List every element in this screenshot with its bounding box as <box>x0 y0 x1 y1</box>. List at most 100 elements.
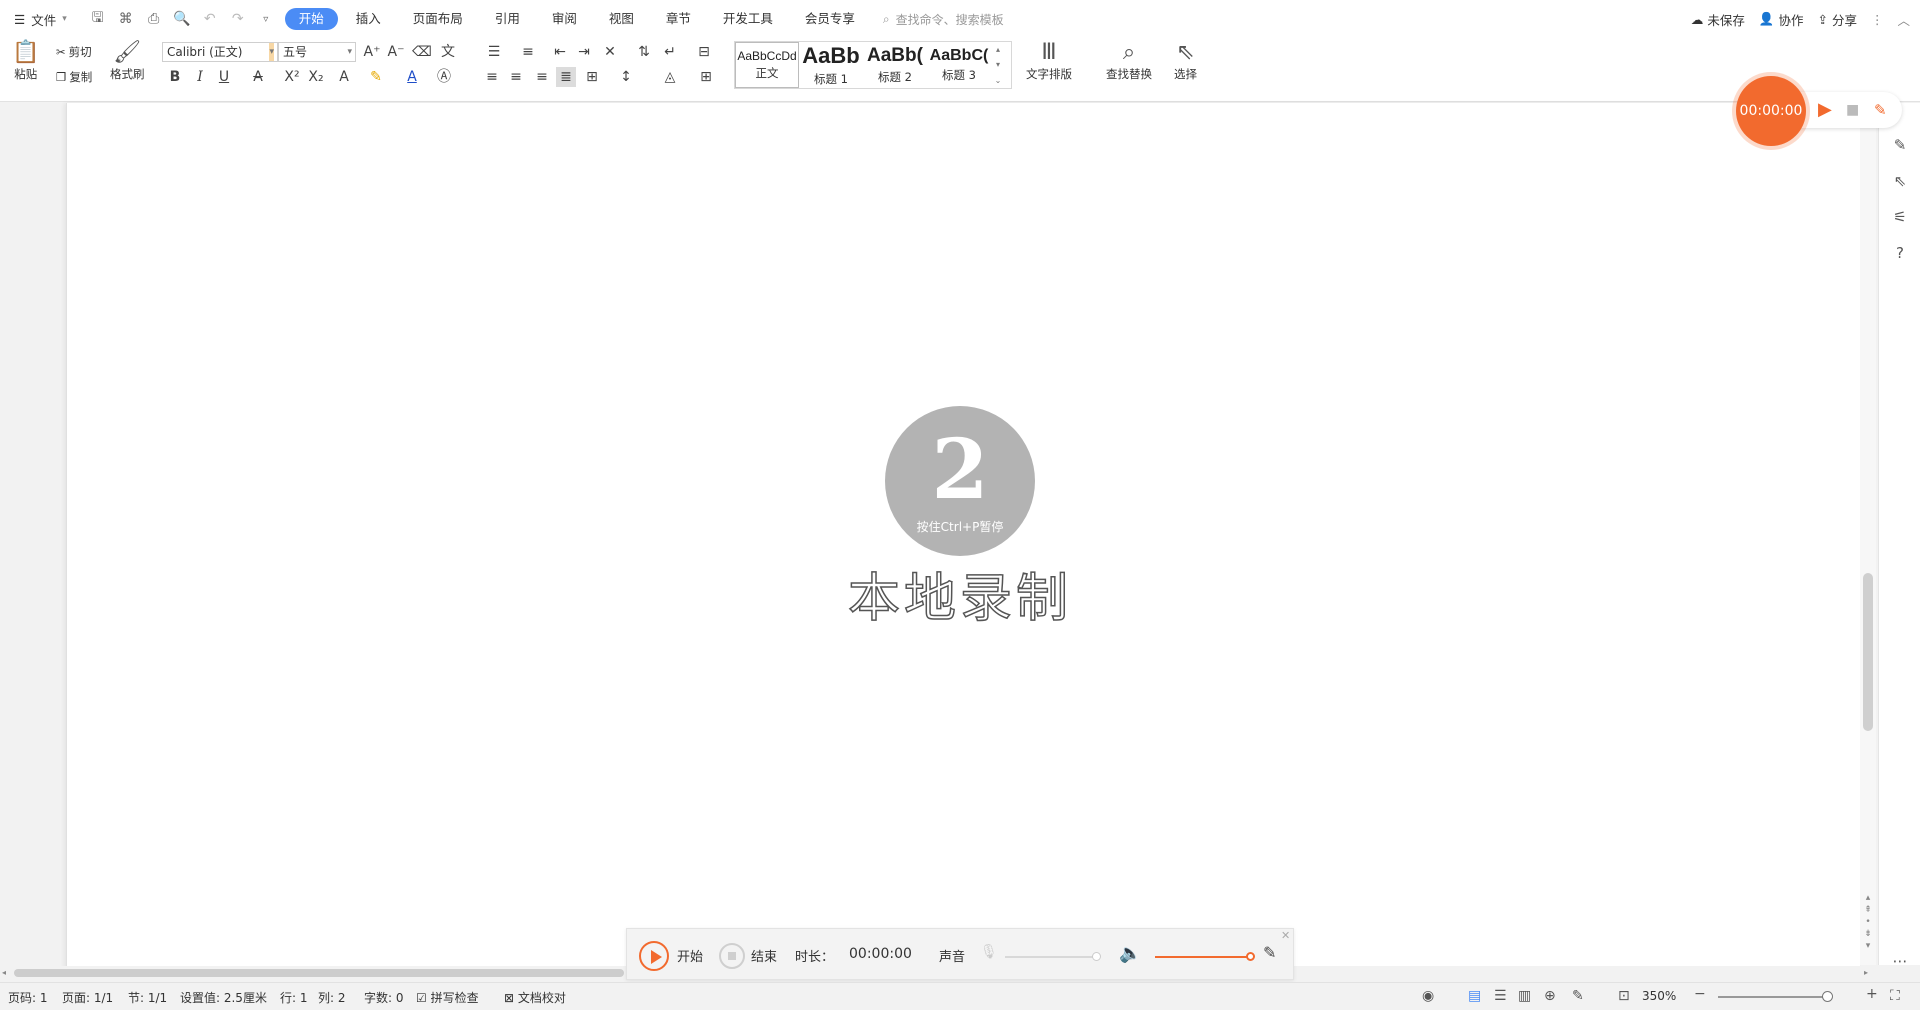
shrink-font-icon[interactable]: A⁻ <box>386 42 406 62</box>
word-count[interactable]: 字数: 0 <box>364 989 404 1006</box>
tab-view[interactable]: 视图 <box>595 8 648 30</box>
tab-developer[interactable]: 开发工具 <box>709 8 787 30</box>
fit-page-icon[interactable]: ⊡ <box>1618 988 1630 1004</box>
phonetic-guide-icon[interactable]: 文 <box>438 42 458 62</box>
undo-icon[interactable]: ↶ <box>201 11 219 27</box>
tab-member[interactable]: 会员专享 <box>791 8 869 30</box>
next-page-icon[interactable]: ⇟ <box>1864 929 1872 939</box>
text-layout-button[interactable]: Ⅲ 文字排版 <box>1026 40 1072 82</box>
line-spacing-icon[interactable]: ↕ <box>616 67 636 87</box>
scroll-up-icon[interactable]: ▴ <box>1866 893 1871 903</box>
align-center-icon[interactable]: ≡ <box>506 67 526 87</box>
style-heading-2[interactable]: AaBb( 标题 2 <box>863 42 927 88</box>
increase-indent-icon[interactable]: ⇥ <box>574 42 594 62</box>
play-icon[interactable]: ▶ <box>1818 100 1832 120</box>
bullet-list-icon[interactable]: ☰ <box>484 42 504 62</box>
more-icon[interactable]: ⋯ <box>1890 951 1910 971</box>
font-name-select[interactable]: Calibri (正文) ▾ <box>162 42 278 62</box>
align-right-icon[interactable]: ≡ <box>532 67 552 87</box>
stop-icon[interactable]: ■ <box>1846 100 1859 120</box>
char-border-icon[interactable]: Ⓐ <box>434 67 454 87</box>
unsaved-button[interactable]: ☁ 未保存 <box>1691 10 1745 29</box>
end-record-button[interactable] <box>719 943 745 969</box>
paste-button[interactable]: 📋 粘贴 <box>12 40 39 82</box>
cut-button[interactable]: ✂ 剪切 <box>56 44 92 60</box>
grow-font-icon[interactable]: A⁺ <box>362 42 382 62</box>
align-left-icon[interactable]: ≡ <box>482 67 502 87</box>
italic-icon[interactable]: I <box>190 67 210 87</box>
distributed-icon[interactable]: ⊞ <box>582 67 602 87</box>
show-marks-icon[interactable]: ↵ <box>660 42 680 62</box>
decrease-indent-icon[interactable]: ⇤ <box>550 42 570 62</box>
style-heading-3[interactable]: AaBbC( 标题 3 <box>927 42 991 88</box>
mic-volume-slider[interactable] <box>1005 952 1101 961</box>
select-browse-icon[interactable]: • <box>1865 917 1870 927</box>
slider-knob[interactable] <box>1092 952 1101 961</box>
zoom-out-icon[interactable]: − <box>1694 986 1706 1002</box>
scroll-left-icon[interactable]: ◂ <box>2 966 6 980</box>
close-icon[interactable]: ✕ <box>1281 929 1290 942</box>
speaker-icon[interactable]: 🔈 <box>1119 943 1141 964</box>
zoom-level[interactable]: 350% <box>1642 989 1676 1003</box>
section-info[interactable]: 节: 1/1 <box>128 989 167 1006</box>
format-painter-button[interactable]: 🖌 格式刷 <box>110 40 145 82</box>
font-size-select[interactable]: 五号 ▾ <box>278 42 356 62</box>
col-info[interactable]: 列: 2 <box>318 989 346 1006</box>
zoom-slider[interactable] <box>1718 996 1828 998</box>
collaborate-button[interactable]: 👤 协作 <box>1759 10 1804 29</box>
more-icon[interactable]: ⋮ <box>1871 12 1884 27</box>
file-menu[interactable]: ☰ 文件 ▾ <box>0 7 79 31</box>
prev-page-icon[interactable]: ⇞ <box>1864 905 1872 915</box>
doc-proof-button[interactable]: ⊠ 文档校对 <box>504 989 566 1006</box>
eye-protect-icon[interactable]: ◉ <box>1422 988 1434 1004</box>
highlight-icon[interactable]: ✎ <box>366 67 386 87</box>
write-mode-icon[interactable]: ✎ <box>1572 988 1584 1004</box>
scroll-right-icon[interactable]: ▸ <box>1864 966 1868 980</box>
tab-section[interactable]: 章节 <box>652 8 705 30</box>
save-icon[interactable]: 🖫 <box>89 7 107 31</box>
underline-icon[interactable]: U <box>214 67 234 87</box>
styles-scroll[interactable]: ▴ ▾ ⌄ <box>991 42 1005 88</box>
select-button[interactable]: ⇖ 选择 <box>1174 40 1197 82</box>
web-view-icon[interactable]: ⊕ <box>1544 988 1556 1004</box>
select-pointer-icon[interactable]: ⇖ <box>1890 171 1910 191</box>
justify-icon[interactable]: ≣ <box>556 67 576 87</box>
clear-format-icon[interactable]: ⌫ <box>412 42 432 62</box>
scroll-thumb[interactable] <box>1863 573 1873 731</box>
copy-button[interactable]: ❐ 复制 <box>56 69 92 85</box>
vertical-scrollbar[interactable]: ▴ ⇞ • ⇟ ▾ <box>1860 103 1876 965</box>
settings-sliders-icon[interactable]: ⚟ <box>1890 207 1910 227</box>
chinese-layout-icon[interactable]: ✕ <box>600 42 620 62</box>
help-icon[interactable]: ? <box>1890 243 1910 263</box>
system-volume-slider[interactable] <box>1155 952 1255 961</box>
print-preview-icon[interactable]: 🔍 <box>173 11 191 27</box>
outline-view-icon[interactable]: ☰ <box>1494 988 1507 1004</box>
superscript-icon[interactable]: X² <box>282 67 302 87</box>
zoom-slider-knob[interactable] <box>1822 991 1833 1002</box>
chevron-up-icon[interactable]: ▴ <box>996 45 1000 54</box>
tab-stops-icon[interactable]: ⊟ <box>694 42 714 62</box>
subscript-icon[interactable]: X₂ <box>306 67 326 87</box>
pen-icon[interactable]: ✎ <box>1263 943 1276 962</box>
spell-check-button[interactable]: ☑ 拼写检查 <box>416 989 479 1006</box>
expand-icon[interactable]: ⌄ <box>995 76 1002 85</box>
scroll-down-icon[interactable]: ▾ <box>1866 941 1871 951</box>
shading-icon[interactable]: ◬ <box>660 67 680 87</box>
page-code[interactable]: 页码: 1 <box>8 989 48 1006</box>
find-replace-button[interactable]: ⌕ 查找替换 <box>1106 40 1152 82</box>
zoom-in-icon[interactable]: + <box>1866 986 1878 1002</box>
scroll-thumb[interactable] <box>14 969 624 977</box>
tab-references[interactable]: 引用 <box>481 8 534 30</box>
tab-review[interactable]: 审阅 <box>538 8 591 30</box>
share-button[interactable]: ⇪ 分享 <box>1817 10 1857 29</box>
style-normal[interactable]: AaBbCcDd 正文 <box>735 42 799 88</box>
style-heading-1[interactable]: AaBb 标题 1 <box>799 42 863 88</box>
font-color-icon[interactable]: A <box>402 67 422 87</box>
pen-icon[interactable]: ✎ <box>1874 100 1887 120</box>
print-icon[interactable]: ⎙ <box>145 11 163 27</box>
microphone-icon[interactable]: 🎙 <box>980 944 998 960</box>
command-search[interactable]: ⌕ 查找命令、搜索模板 <box>883 11 1004 28</box>
tab-insert[interactable]: 插入 <box>342 8 395 30</box>
fullscreen-icon[interactable]: ⛶ <box>1890 988 1900 1004</box>
sort-icon[interactable]: ⇅ <box>634 42 654 62</box>
